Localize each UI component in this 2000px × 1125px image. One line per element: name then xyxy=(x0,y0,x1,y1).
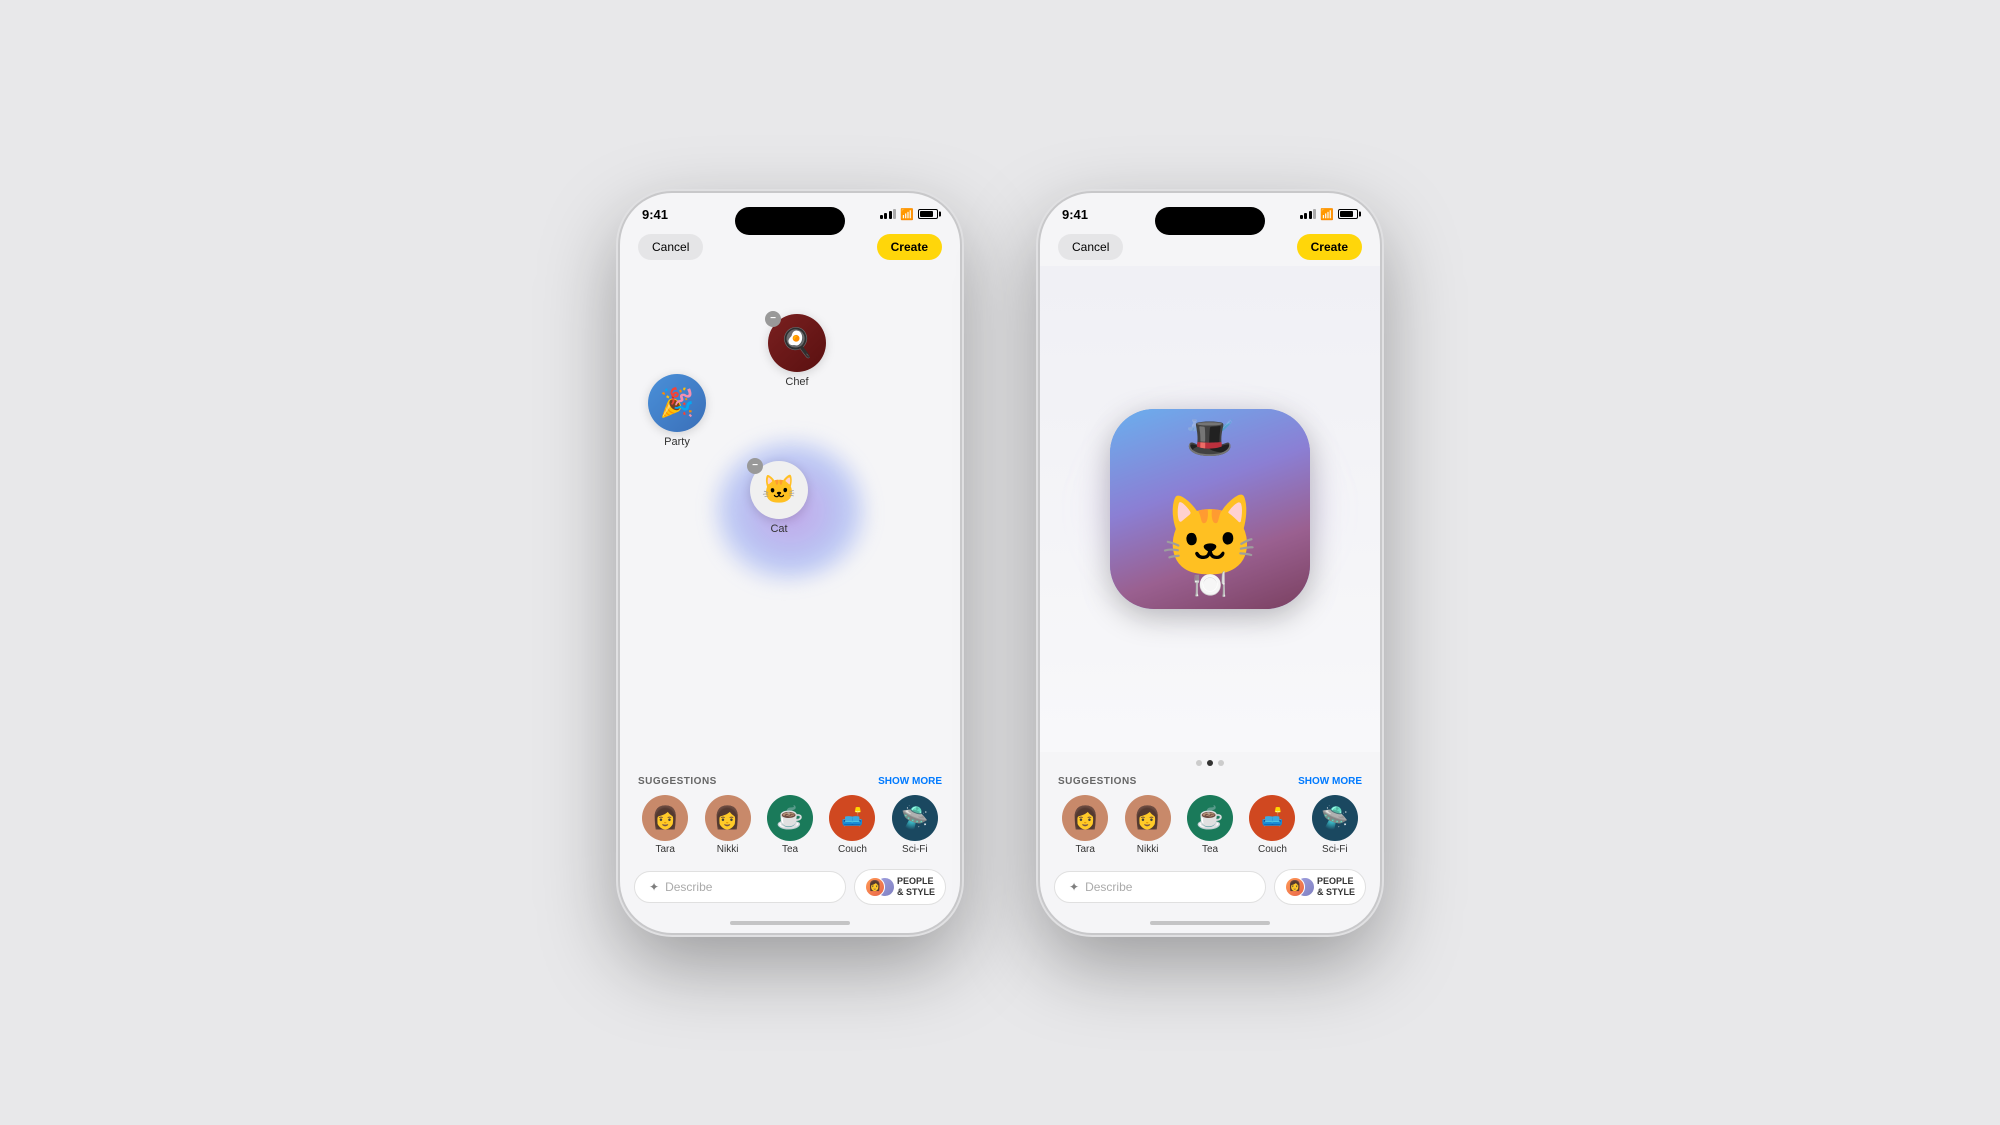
ps-avatar1-1: 👩 xyxy=(865,877,885,897)
suggestions-header-2: SUGGESTIONS SHOW MORE xyxy=(1058,776,1362,787)
suggestion-tara-1[interactable]: 👩 Tara xyxy=(638,795,692,855)
describe-input-2[interactable]: ✦ Describe xyxy=(1054,871,1266,903)
signal-icon-2 xyxy=(1300,209,1317,219)
dot-2 xyxy=(1207,760,1213,766)
suggestion-scifi-1[interactable]: 🛸 Sci-Fi xyxy=(888,795,942,855)
chef-emoji-label: Chef xyxy=(785,376,808,388)
phone-2: 9:41 📶 Cancel Create xyxy=(1040,193,1380,933)
suggestion-tara-2[interactable]: 👩 Tara xyxy=(1058,795,1112,855)
cat-remove-dot[interactable]: − xyxy=(747,458,763,474)
wifi-icon-1: 📶 xyxy=(900,208,914,221)
suggestion-couch-2[interactable]: 🛋️ Couch xyxy=(1245,795,1299,855)
party-emoji-label: Party xyxy=(664,436,690,448)
cancel-button-2[interactable]: Cancel xyxy=(1058,234,1123,260)
nikki-label-2: Nikki xyxy=(1137,844,1159,855)
people-style-text-2: PEOPLE& STYLE xyxy=(1317,876,1355,898)
suggestions-row-2: 👩 Tara 👩 Nikki ☕ Tea 🛋️ Couch 🛸 Sci-Fi xyxy=(1058,795,1362,855)
people-style-avatars-1: 👩 xyxy=(865,877,893,897)
chef-emoji-circle: − 🍳 xyxy=(768,314,826,372)
suggestion-nikki-2[interactable]: 👩 Nikki xyxy=(1120,795,1174,855)
suggestion-nikki-1[interactable]: 👩 Nikki xyxy=(700,795,754,855)
nikki-avatar-1: 👩 xyxy=(705,795,751,841)
sparkle-icon-1: ✦ xyxy=(649,880,659,894)
scifi-avatar-1: 🛸 xyxy=(892,795,938,841)
cat-emoji-item[interactable]: − 🐱 Cat xyxy=(750,461,808,535)
party-emoji-item[interactable]: 🎉 Party xyxy=(648,374,706,448)
scifi-label-2: Sci-Fi xyxy=(1322,844,1348,855)
chef-emoji-item[interactable]: − 🍳 Chef xyxy=(768,314,826,388)
suggestion-tea-2[interactable]: ☕ Tea xyxy=(1183,795,1237,855)
people-style-avatars-2: 👩 xyxy=(1285,877,1313,897)
suggestions-section-2: SUGGESTIONS SHOW MORE 👩 Tara 👩 Nikki ☕ T… xyxy=(1040,770,1380,863)
time-1: 9:41 xyxy=(642,207,668,222)
sparkle-icon-2: ✦ xyxy=(1069,880,1079,894)
chef-remove-dot[interactable]: − xyxy=(765,311,781,327)
signal-icon-1 xyxy=(880,209,897,219)
describe-placeholder-1: Describe xyxy=(665,880,712,894)
suggestion-tea-1[interactable]: ☕ Tea xyxy=(763,795,817,855)
suggestions-row-1: 👩 Tara 👩 Nikki ☕ Tea 🛋️ Couch 🛸 Sci-Fi xyxy=(638,795,942,855)
couch-label-1: Couch xyxy=(838,844,867,855)
tara-label-2: Tara xyxy=(1075,844,1094,855)
generated-image-area: 🍶🧪 🎩 🐱 🍽️ xyxy=(1040,266,1380,752)
ps-avatar1-2: 👩 xyxy=(1285,877,1305,897)
tara-avatar-2: 👩 xyxy=(1062,795,1108,841)
tea-avatar-2: ☕ xyxy=(1187,795,1233,841)
battery-icon-2 xyxy=(1338,209,1358,219)
suggestions-section-1: SUGGESTIONS SHOW MORE 👩 Tara 👩 Nikki ☕ T… xyxy=(620,770,960,863)
cat-emoji-label: Cat xyxy=(770,523,787,535)
app-icon-inner: 🍶🧪 🎩 🐱 🍽️ xyxy=(1110,409,1310,609)
couch-label-2: Couch xyxy=(1258,844,1287,855)
couch-avatar-1: 🛋️ xyxy=(829,795,875,841)
app-icon: 🍶🧪 🎩 🐱 🍽️ xyxy=(1110,409,1310,609)
home-indicator-2 xyxy=(1150,921,1270,925)
emoji-canvas-1: 🎉 Party − 🍳 Chef − 🐱 Cat xyxy=(620,266,960,770)
chef-hat-icon: 🎩 xyxy=(1186,417,1233,461)
battery-icon-1 xyxy=(918,209,938,219)
time-2: 9:41 xyxy=(1062,207,1088,222)
bottom-bar-1: ✦ Describe 👩 PEOPLE& STYLE xyxy=(620,863,960,917)
dynamic-island-2 xyxy=(1155,207,1265,235)
couch-avatar-2: 🛋️ xyxy=(1249,795,1295,841)
status-icons-1: 📶 xyxy=(880,208,938,221)
cat-emoji-circle: − 🐱 xyxy=(750,461,808,519)
suggestions-title-1: SUGGESTIONS xyxy=(638,776,717,787)
dynamic-island-1 xyxy=(735,207,845,235)
describe-input-1[interactable]: ✦ Describe xyxy=(634,871,846,903)
app-icon-container[interactable]: 🍶🧪 🎩 🐱 🍽️ xyxy=(1110,409,1310,609)
tara-avatar-1: 👩 xyxy=(642,795,688,841)
page-dots xyxy=(1040,752,1380,770)
dot-1 xyxy=(1196,760,1202,766)
wifi-icon-2: 📶 xyxy=(1320,208,1334,221)
tara-label-1: Tara xyxy=(655,844,674,855)
dot-3 xyxy=(1218,760,1224,766)
show-more-2[interactable]: SHOW MORE xyxy=(1298,776,1362,787)
create-button-2[interactable]: Create xyxy=(1297,234,1362,260)
create-button-1[interactable]: Create xyxy=(877,234,942,260)
status-icons-2: 📶 xyxy=(1300,208,1358,221)
people-style-button-2[interactable]: 👩 PEOPLE& STYLE xyxy=(1274,869,1366,905)
party-emoji-circle: 🎉 xyxy=(648,374,706,432)
suggestion-couch-1[interactable]: 🛋️ Couch xyxy=(825,795,879,855)
nikki-label-1: Nikki xyxy=(717,844,739,855)
suggestion-scifi-2[interactable]: 🛸 Sci-Fi xyxy=(1308,795,1362,855)
tea-label-2: Tea xyxy=(1202,844,1218,855)
suggestions-title-2: SUGGESTIONS xyxy=(1058,776,1137,787)
home-indicator-1 xyxy=(730,921,850,925)
phone-1: 9:41 📶 Cancel Create 🎉 Party xyxy=(620,193,960,933)
tea-avatar-1: ☕ xyxy=(767,795,813,841)
scifi-avatar-2: 🛸 xyxy=(1312,795,1358,841)
scifi-label-1: Sci-Fi xyxy=(902,844,928,855)
people-style-button-1[interactable]: 👩 PEOPLE& STYLE xyxy=(854,869,946,905)
nikki-avatar-2: 👩 xyxy=(1125,795,1171,841)
show-more-1[interactable]: SHOW MORE xyxy=(878,776,942,787)
cancel-button-1[interactable]: Cancel xyxy=(638,234,703,260)
bottom-bar-2: ✦ Describe 👩 PEOPLE& STYLE xyxy=(1040,863,1380,917)
people-style-text-1: PEOPLE& STYLE xyxy=(897,876,935,898)
describe-placeholder-2: Describe xyxy=(1085,880,1132,894)
suggestions-header-1: SUGGESTIONS SHOW MORE xyxy=(638,776,942,787)
tea-label-1: Tea xyxy=(782,844,798,855)
plate-icon: 🍽️ xyxy=(1193,568,1228,601)
